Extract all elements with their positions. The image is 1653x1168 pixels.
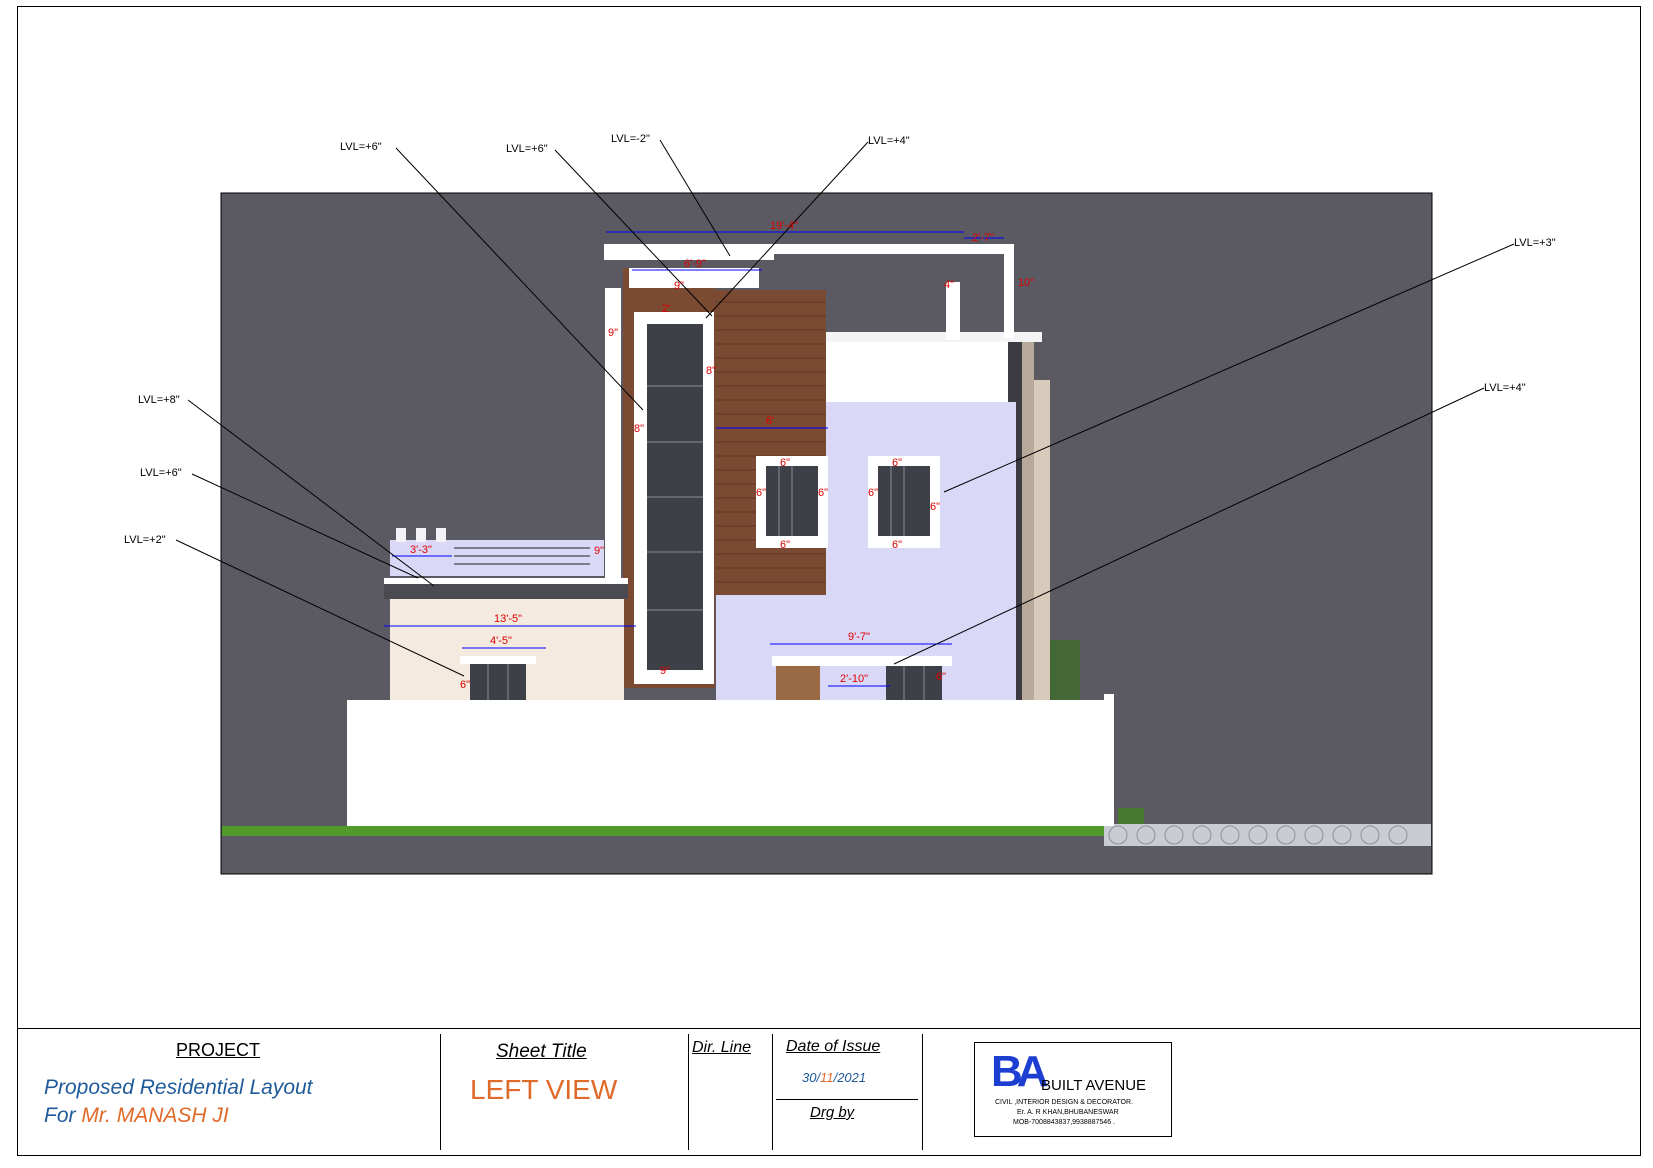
dim-label: 4" [944,279,954,291]
lvl-callout-3: LVL=-2" [611,133,650,145]
grass-strip [222,826,1110,836]
dim-label: 6'-9" [684,258,706,270]
lvl-callout-2: LVL=+6" [506,143,548,155]
project-line-1: Proposed Residential Layout [44,1076,313,1099]
dim-label: 2'-10" [840,673,868,685]
company-mobile: MOB-7008843837,9938887546 . [1013,1119,1115,1126]
title-divider [772,1034,773,1150]
title-divider [922,1034,923,1150]
small-shrub [1118,808,1144,824]
dim-label: 13'-5" [494,613,522,625]
lower-left-window [470,664,526,700]
entry-canopy [772,656,952,666]
lvl-callout-7: LVL=+6" [140,467,182,479]
company-tagline: CIVIL ,INTERIOR DESIGN & DECORATOR. [995,1099,1133,1106]
dim-label: 6" [868,487,878,499]
lvl-callout-8: LVL=+2" [124,534,166,546]
project-for: For [44,1104,76,1127]
dim-label: 9'-7" [848,631,870,643]
date-year: /2021 [833,1070,867,1085]
dim-label: 6' [766,415,774,427]
dim-label: 6" [780,539,790,551]
date-day: 30/ [802,1070,821,1085]
dim-label: 9" [660,665,670,677]
title-divider [440,1034,441,1150]
dim-label: 2' [662,303,670,315]
title-divider [688,1034,689,1150]
dim-label: 6" [818,487,828,499]
drg-by-label: Drg by [810,1104,855,1121]
dim-label: 19'-4" [770,220,798,232]
dim-label: 6" [756,487,766,499]
boundary-wall [347,700,1110,826]
dim-label: 6" [460,679,470,691]
dim-label: 9" [608,327,618,339]
lower-right-window [886,666,942,700]
lvl-callout-5: LVL=+3" [1514,237,1556,249]
client-name: Mr. MANASH JI [81,1104,229,1127]
dim-label: 8" [706,365,716,377]
dim-label: 8" [634,423,644,435]
company-name: BUILT AVENUE [1041,1077,1147,1094]
sheet-title: LEFT VIEW [470,1074,618,1105]
entry-door [776,666,820,700]
project-heading: PROJECT [176,1040,261,1060]
dim-label: 6" [892,457,902,469]
dim-label: 4'-5" [490,635,512,647]
dim-label: 6" [930,501,940,513]
lvl-callout-4: LVL=+4" [868,135,910,147]
date-month: 11 [820,1070,834,1085]
pergola-beam [604,244,1014,254]
date-rule [776,1099,918,1100]
dim-label: 6" [780,457,790,469]
logo-initials: BA [991,1047,1049,1096]
left-wing-fascia [384,583,628,599]
date-heading: Date of Issue [786,1038,881,1055]
dim-label: 6" [892,539,902,551]
lvl-callout-1: LVL=+6" [340,141,382,153]
dim-label: 6" [936,671,946,683]
dim-label: 10" [1018,277,1034,289]
dim-label: 9" [594,545,604,557]
dim-label: 2'-7" [972,232,994,244]
sheet-title-heading: Sheet Title [496,1041,587,1062]
company-logo-box: BA BUILT AVENUE CIVIL ,INTERIOR DESIGN &… [974,1042,1172,1137]
dim-label: 9" [674,280,684,292]
company-person: Er. A. R KHAN,BHUBANESWAR [1017,1109,1119,1116]
shrub [1050,640,1080,700]
dim-label: 3'-3" [410,544,432,556]
left-elevation-drawing: LVL=+6" LVL=+6" LVL=-2" LVL=+4" LVL=+3" … [124,133,1556,875]
lvl-callout-6: LVL=+8" [138,394,180,406]
date-of-issue: 30/11/2021 [802,1070,866,1085]
lvl-callout-9: LVL=+4" [1484,382,1526,394]
dir-line-label: Dir. Line [692,1039,751,1056]
project-line-2: For Mr. MANASH JI [44,1104,229,1128]
